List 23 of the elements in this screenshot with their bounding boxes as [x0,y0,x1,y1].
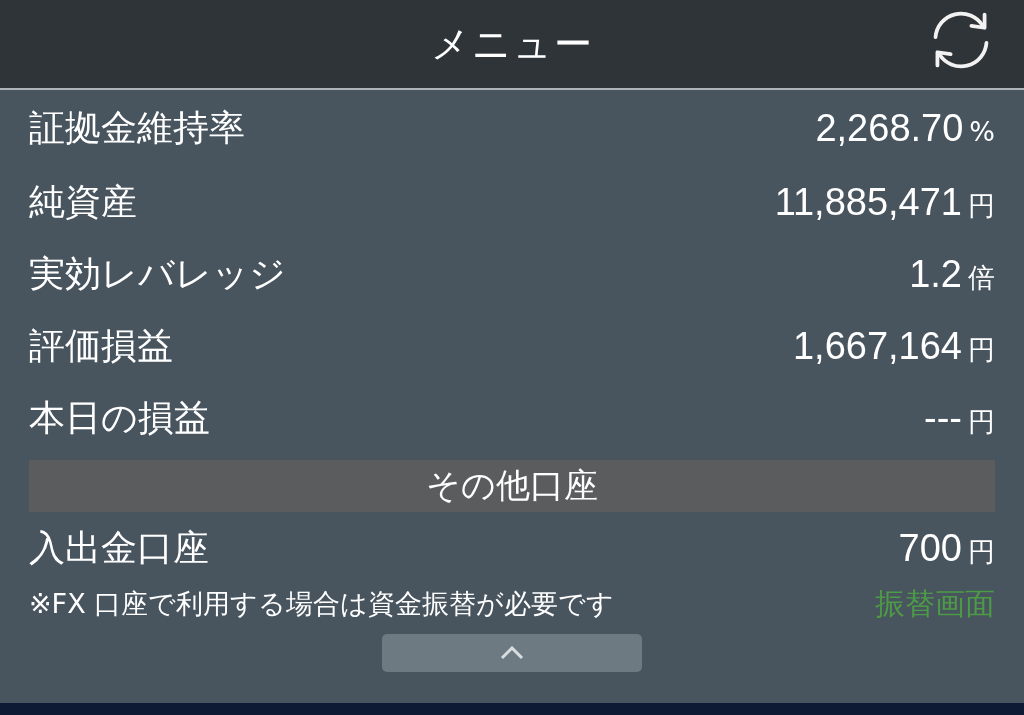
row-label: 実効レバレッジ [29,251,286,296]
row-value: 1.2 [909,252,962,296]
row-label: 入出金口座 [29,525,209,570]
note-text: ※FX 口座で利用する場合は資金振替が必要です [29,587,615,621]
caret-icon [500,646,524,660]
section-header: その他口座 [29,460,995,512]
transfer-link[interactable]: 振替画面 [875,583,995,625]
header-title: メニュー [430,20,594,68]
row-label: 純資産 [29,179,137,224]
unit-label: 円 [968,534,995,569]
row-label: 本日の損益 [29,395,210,440]
unit-label: 円 [968,332,995,367]
unit-label: 円 [968,404,995,439]
row-value: 2,268.70 [815,106,964,150]
unit-label: 倍 [968,260,995,295]
unit-label: 円 [968,188,995,223]
row-value: --- [924,396,962,440]
row-value: 1,667,164 [792,324,962,368]
row-value: 11,885,471 [774,180,962,224]
row-label: 評価損益 [29,323,173,368]
row-label: 証拠金維持率 [29,105,245,150]
row-value: 700 [898,526,962,570]
unit-label: % [969,115,995,147]
